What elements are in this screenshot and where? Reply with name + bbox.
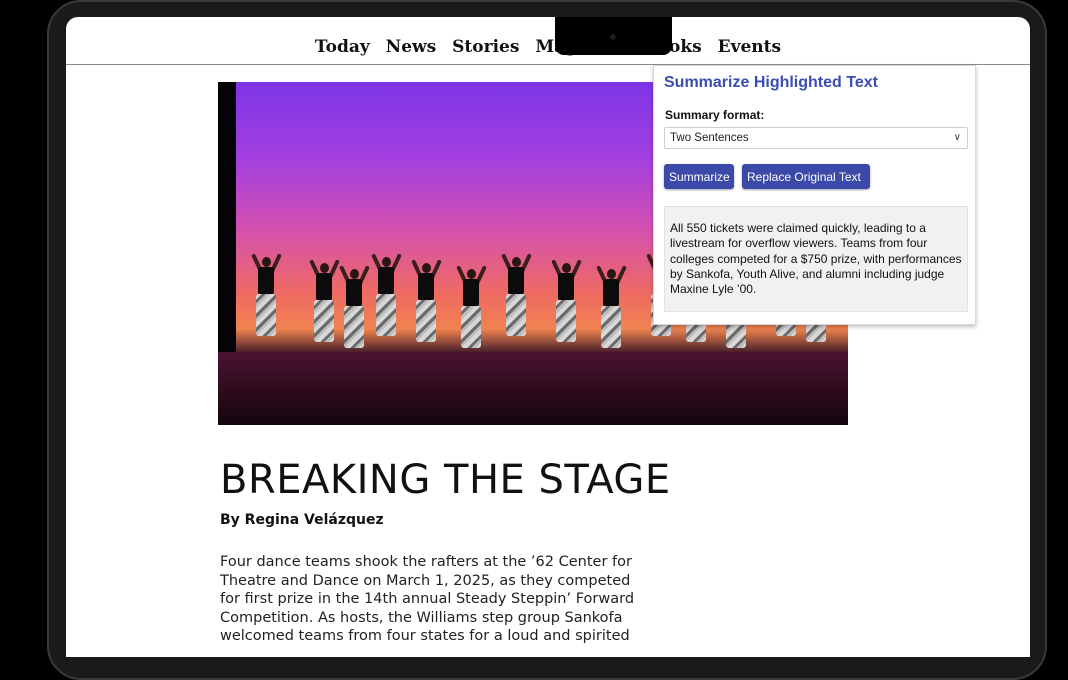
top-navigation: Today News Stories Magazine Books Events [66,37,1030,65]
nav-item-today[interactable]: Today [315,37,370,57]
article-title: BREAKING THE STAGE [220,457,671,503]
chevron-down-icon: ∨ [953,132,961,143]
summarizer-title: Summarize Highlighted Text [664,74,878,91]
summarize-button[interactable]: Summarize [664,164,734,189]
nav-item-news[interactable]: News [386,37,437,57]
summary-format-value: Two Sentences [670,132,749,144]
browser-screen: Today News Stories Magazine Books Events… [66,17,1030,657]
nav-item-stories[interactable]: Stories [452,37,519,57]
article-body: Four dance teams shook the rafters at th… [220,554,635,644]
replace-original-text-button[interactable]: Replace Original Text [742,164,870,189]
article-byline: By Regina Velázquez [220,512,384,528]
summarizer-panel: Summarize Highlighted Text Summary forma… [653,65,976,325]
summary-output: All 550 tickets were claimed quickly, le… [664,206,968,312]
stage-floor [218,352,848,425]
camera-notch [555,17,672,55]
summary-format-select[interactable]: Two Sentences ∨ [664,127,968,149]
camera-icon [610,34,616,40]
nav-item-events[interactable]: Events [718,37,781,57]
summary-format-label: Summary format: [665,108,765,122]
